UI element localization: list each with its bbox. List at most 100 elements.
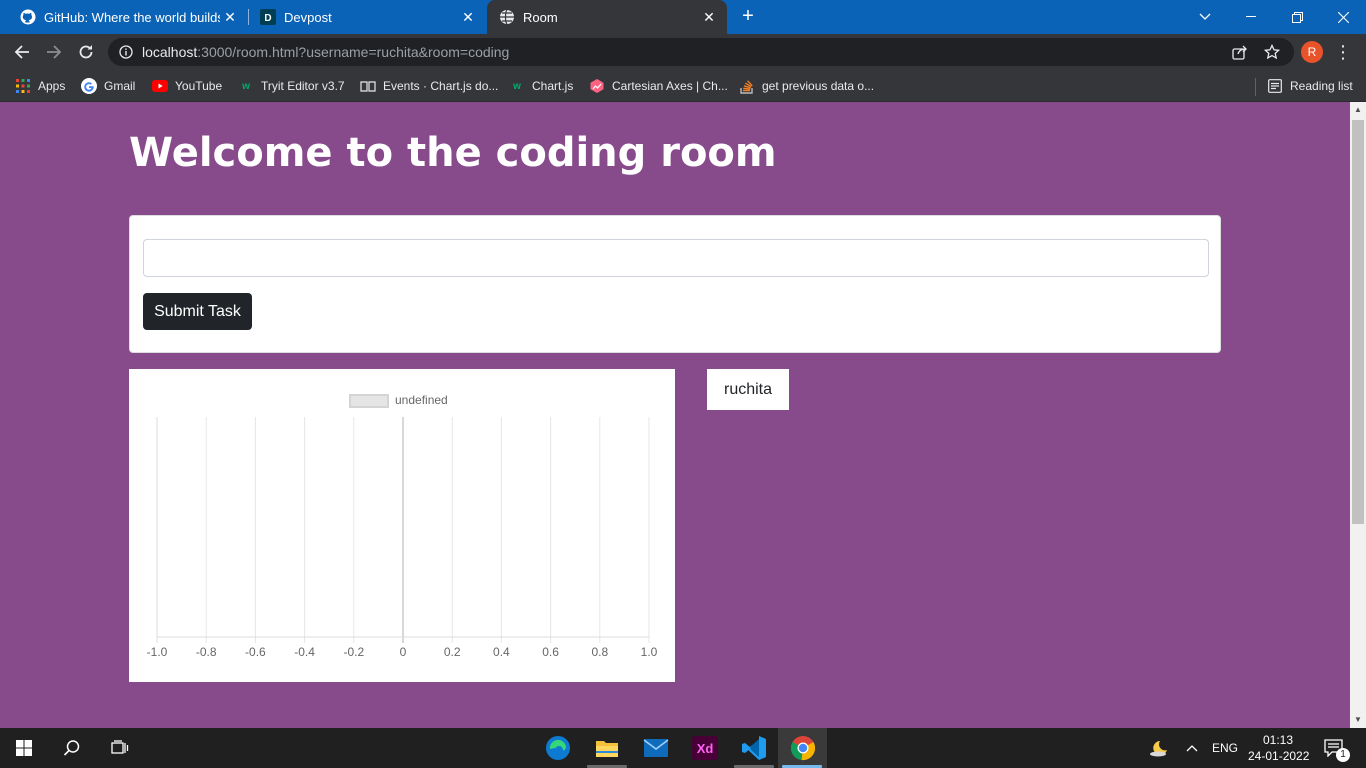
forward-arrow-icon[interactable] [42,40,66,64]
share-icon[interactable] [1231,44,1247,60]
bookmark-label: Cartesian Axes | Ch... [612,79,728,93]
chrome-icon[interactable] [787,732,819,764]
tab-search-icon[interactable] [1182,0,1228,34]
globe-icon [499,9,515,25]
task-form-card: Submit Task [129,215,1221,353]
close-window-icon[interactable] [1320,0,1366,34]
bookmark-label: get previous data o... [762,79,875,93]
scroll-thumb[interactable] [1352,120,1364,524]
apps-grid-icon [15,78,31,94]
x-tick-label: 0 [400,645,407,659]
w3schools-icon: w [513,80,521,92]
bookmark-label: Chart.js [532,79,574,93]
address-bar[interactable]: localhost:3000/room.html?username=ruchit… [108,38,1294,66]
x-tick-label: -0.8 [196,645,217,659]
devpost-icon: D [260,9,276,25]
bookmark-stackoverflow[interactable]: get previous data o... [739,76,874,96]
profile-avatar[interactable]: R [1301,41,1323,63]
edge-icon[interactable] [542,732,574,764]
language-indicator[interactable]: ENG [1212,741,1238,755]
close-icon[interactable]: ✕ [460,9,476,25]
x-tick-label: 0.8 [591,645,608,659]
bookmark-youtube[interactable]: YouTube [152,76,222,96]
bookmark-chartjs-events[interactable]: Events · Chart.js do... [360,76,498,96]
svg-text:D: D [264,13,271,24]
bookmark-label: Gmail [104,79,136,93]
submit-task-button[interactable]: Submit Task [143,293,252,330]
minimize-icon[interactable] [1228,0,1274,34]
github-icon [20,9,36,25]
clock-time[interactable]: 01:13 [1263,733,1293,747]
chartjs-icon [589,78,605,94]
windows-taskbar: Xd ENG 01:13 24-01-2022 1 [0,728,1366,768]
scroll-up-arrow-icon[interactable]: ▲ [1350,102,1366,118]
reading-list-icon [1267,78,1283,94]
bookmark-cartesian-axes[interactable]: Cartesian Axes | Ch... [589,76,728,96]
bookmark-label: Apps [38,79,66,93]
page-scrollbar[interactable]: ▲ ▼ [1350,102,1366,728]
bookmark-label: Tryit Editor v3.7 [261,79,345,93]
tab-devpost[interactable]: D Devpost ✕ [250,0,486,34]
x-tick-label: -0.4 [294,645,315,659]
info-icon[interactable] [118,44,134,60]
search-icon[interactable] [56,732,88,764]
google-icon [81,78,97,94]
youtube-icon [152,78,168,94]
tab-title: Devpost [284,9,332,25]
bookmark-tryit[interactable]: w Tryit Editor v3.7 [238,76,345,96]
tab-separator [248,9,249,25]
tab-strip: GitHub: Where the world builds software … [0,0,1366,34]
bookmark-apps[interactable]: Apps [15,76,65,96]
back-arrow-icon[interactable] [10,40,34,64]
bookmark-label: Events · Chart.js do... [383,79,499,93]
mail-icon[interactable] [640,732,672,764]
tab-title: Room [523,9,558,25]
bookmark-chartjs[interactable]: w Chart.js [509,76,573,96]
file-explorer-icon[interactable] [591,732,623,764]
weather-moon-icon[interactable] [1143,732,1175,764]
close-icon[interactable]: ✕ [701,9,717,25]
scroll-down-arrow-icon[interactable]: ▼ [1350,712,1366,728]
adobe-xd-icon[interactable]: Xd [689,732,721,764]
restore-icon[interactable] [1274,0,1320,34]
username-card: ruchita [707,369,789,410]
url-text: localhost:3000/room.html?username=ruchit… [142,44,509,60]
close-icon[interactable]: ✕ [222,9,238,25]
x-tick-label: 1.0 [641,645,658,659]
legend-swatch [349,394,389,408]
w3schools-icon: w [242,80,250,92]
x-tick-label: -0.6 [245,645,266,659]
page-title: Welcome to the coding room [129,130,777,176]
url-host: localhost [142,44,198,60]
x-tick-label: 0.6 [542,645,559,659]
task-view-icon[interactable] [104,732,136,764]
page-content: Welcome to the coding room Submit Task u… [0,102,1350,728]
bookmark-star-icon[interactable] [1264,44,1280,60]
x-tick-label: -1.0 [147,645,168,659]
browser-toolbar: localhost:3000/room.html?username=ruchit… [0,34,1366,70]
start-icon[interactable] [8,732,40,764]
docs-icon [360,78,376,94]
stackoverflow-icon [739,78,755,94]
new-tab-button[interactable]: + [738,6,758,26]
notification-count-badge: 1 [1336,748,1350,762]
show-hidden-icons-chevron-icon[interactable] [1180,732,1204,764]
menu-dots-icon[interactable]: ⋮ [1334,42,1352,62]
reading-list-button[interactable]: Reading list [1267,76,1353,96]
clock-date[interactable]: 24-01-2022 [1248,749,1309,763]
task-input[interactable] [143,239,1209,277]
url-path: :3000/room.html?username=ruchita&room=co… [197,44,510,60]
bookmark-separator [1255,78,1256,96]
chart-container: undefined -1.0 -0.8 -0.6 -0.4 -0.2 0 0.2 0.4 0.6 0… [129,369,675,682]
chart-canvas: undefined -1.0 -0.8 -0.6 -0.4 -0.2 0 0.2 0.4 0.6 0… [147,393,658,659]
x-tick-label: -0.2 [343,645,364,659]
tab-room[interactable]: Room ✕ [487,0,727,34]
notification-center-icon[interactable]: 1 [1318,732,1350,764]
bookmark-gmail[interactable]: Gmail [81,76,135,96]
reload-icon[interactable] [74,40,98,64]
vscode-icon[interactable] [738,732,770,764]
bookmarks-bar: Apps Gmail YouTube w Tryit Editor v3.7 E… [0,70,1366,102]
tab-github[interactable]: GitHub: Where the world builds software … [12,0,248,34]
reading-list-label: Reading list [1290,79,1353,93]
xd-label: Xd [692,736,718,760]
